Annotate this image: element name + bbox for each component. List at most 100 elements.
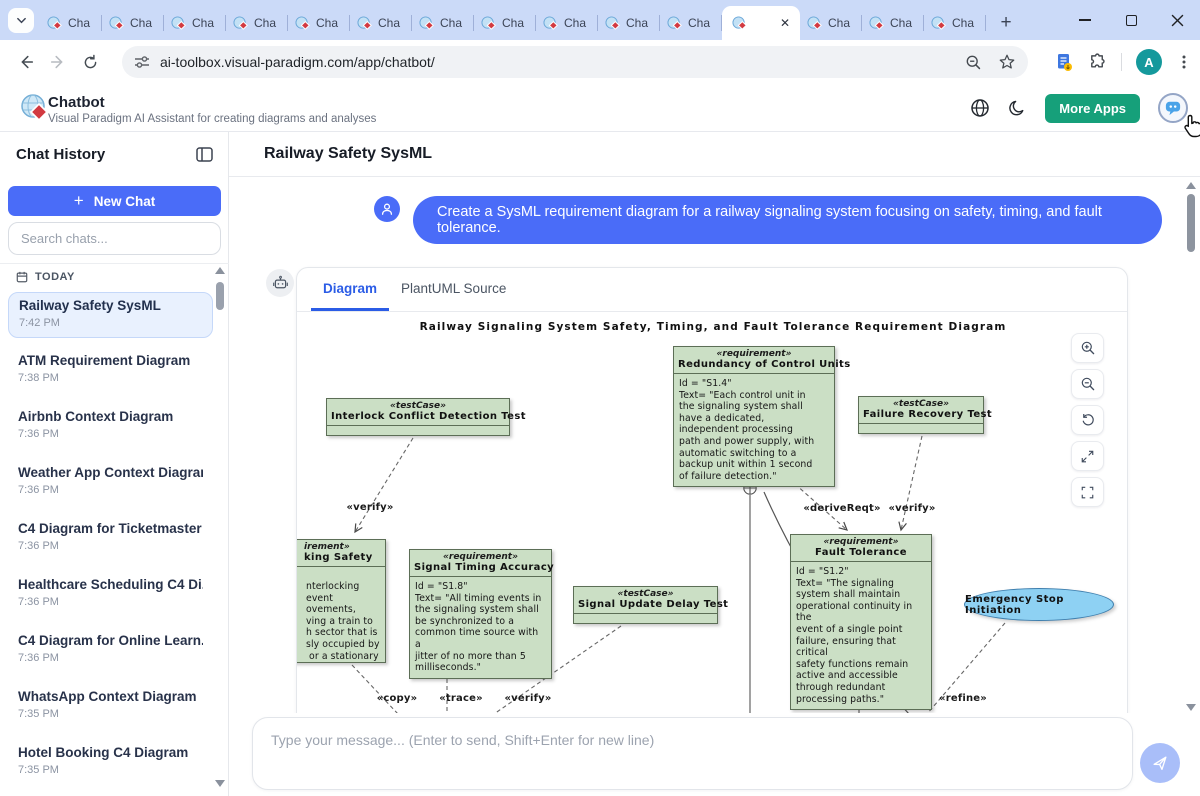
diagram-zoom-toolbar [1071, 333, 1104, 507]
requirement-node-redundancy[interactable]: «requirement»Redundancy of Control Units… [673, 346, 835, 487]
browser-tab[interactable]: Cha [536, 8, 598, 38]
reset-view-button[interactable] [1071, 405, 1104, 435]
browser-tab[interactable]: Cha [288, 8, 350, 38]
docs-extension-icon[interactable] [1054, 52, 1074, 72]
tab-title: Cha [626, 16, 650, 30]
address-bar[interactable]: ai-toolbox.visual-paradigm.com/app/chatb… [122, 46, 1028, 78]
browser-tab[interactable]: Cha [862, 8, 924, 38]
chat-item-time: 7:36 PM [18, 652, 203, 664]
tab-diagram[interactable]: Diagram [311, 268, 389, 311]
window-close-button[interactable] [1154, 0, 1200, 40]
forward-arrow-icon [49, 53, 67, 71]
chat-history-item[interactable]: C4 Diagram for Ticketmaster 7:36 PM [8, 516, 213, 562]
sidebar-scroll-down-arrow[interactable] [215, 780, 225, 787]
browser-tab[interactable]: Cha [226, 8, 288, 38]
chat-history-item[interactable]: Airbnb Context Diagram 7:36 PM [8, 404, 213, 450]
chat-scroll-down-arrow[interactable] [1186, 704, 1196, 711]
reset-rotate-icon [1080, 412, 1096, 428]
extensions-puzzle-icon[interactable] [1088, 53, 1107, 72]
requirement-node-fault-tolerance[interactable]: «requirement»Fault Tolerance Id = "S1.2"… [790, 534, 932, 710]
window-minimize-button[interactable] [1062, 0, 1108, 40]
node-body: Id = "S1.2" Text= "The signaling system … [791, 562, 931, 709]
zoom-in-icon [1080, 340, 1096, 356]
edge-label-verify: «verify» [346, 502, 393, 513]
fullscreen-button[interactable] [1071, 477, 1104, 507]
expand-button[interactable] [1071, 441, 1104, 471]
chat-item-time: 7:38 PM [18, 372, 203, 384]
chat-item-title: C4 Diagram for Online Learn... [18, 633, 203, 648]
chat-scrollbar-thumb[interactable] [1187, 194, 1195, 252]
forward-button[interactable] [42, 46, 74, 78]
minimize-icon [1079, 19, 1091, 21]
chat-item-time: 7:42 PM [19, 317, 202, 329]
window-maximize-button[interactable] [1108, 0, 1154, 40]
language-globe-icon[interactable] [970, 98, 990, 118]
bookmark-star-icon[interactable] [998, 53, 1016, 71]
chat-history-sidebar: Chat History +New Chat TODAY Railway Saf… [0, 132, 229, 796]
requirement-node-signal-timing[interactable]: «requirement»Signal Timing Accuracy Id =… [409, 549, 552, 679]
tab-title: Cha [952, 16, 976, 30]
message-input[interactable] [252, 717, 1133, 790]
chat-item-title: Hotel Booking C4 Diagram [18, 745, 203, 760]
node-stereotype: «testCase» [578, 589, 713, 599]
browser-tab[interactable]: Cha [660, 8, 722, 38]
more-apps-button[interactable]: More Apps [1045, 94, 1140, 123]
chat-history-item[interactable]: WhatsApp Context Diagram 7:35 PM [8, 684, 213, 730]
zoom-out-button[interactable] [1071, 369, 1104, 399]
browser-tab[interactable]: Cha [474, 8, 536, 38]
browser-tab[interactable]: Cha [40, 8, 102, 38]
zoom-indicator-icon[interactable] [965, 54, 982, 71]
app-header: Chatbot Visual Paradigm AI Assistant for… [0, 84, 1200, 132]
chat-item-time: 7:36 PM [18, 428, 203, 440]
browser-tab[interactable]: Cha [598, 8, 660, 38]
browser-tab[interactable]: Cha [164, 8, 226, 38]
dark-mode-moon-icon[interactable] [1008, 99, 1027, 118]
tab-title: Cha [440, 16, 464, 30]
chevron-down-icon [16, 15, 27, 26]
new-chat-button[interactable]: +New Chat [8, 186, 221, 216]
chat-history-item[interactable]: Railway Safety SysML 7:42 PM [8, 292, 213, 338]
vp-favicon-icon [869, 16, 884, 31]
tab-title: Cha [564, 16, 588, 30]
send-button[interactable] [1140, 743, 1180, 783]
chat-history-item[interactable]: C4 Diagram for Online Learn... 7:36 PM [8, 628, 213, 674]
testcase-node-interlock[interactable]: «testCase»Interlock Conflict Detection T… [326, 398, 510, 436]
browser-tab[interactable]: Cha [800, 8, 862, 38]
chat-history-item[interactable]: Hotel Booking C4 Diagram 7:35 PM [8, 740, 213, 786]
new-tab-button[interactable]: + [992, 9, 1020, 37]
browser-tab-active[interactable]: ✕ [722, 6, 800, 40]
chat-scroll-up-arrow[interactable] [1186, 182, 1196, 189]
browser-tab[interactable]: Cha [350, 8, 412, 38]
tab-title: Cha [890, 16, 914, 30]
fullscreen-corners-icon [1080, 485, 1095, 500]
chat-widget-button[interactable] [1158, 93, 1188, 123]
testcase-node-signal-update[interactable]: «testCase»Signal Update Delay Test [573, 586, 718, 624]
sidebar-scrollbar-thumb[interactable] [216, 282, 224, 310]
tab-search-button[interactable] [8, 8, 34, 33]
browser-tab[interactable]: Cha [412, 8, 474, 38]
url-text: ai-toolbox.visual-paradigm.com/app/chatb… [160, 54, 965, 70]
sidebar-scroll-up-arrow[interactable] [215, 267, 225, 274]
browser-tab[interactable]: Cha [924, 8, 986, 38]
diagram-canvas[interactable]: Railway Signaling System Safety, Timing,… [297, 312, 1129, 713]
chat-history-item[interactable]: Weather App Context Diagram 7:36 PM [8, 460, 213, 506]
expand-arrows-icon [1080, 449, 1095, 464]
profile-avatar[interactable]: A [1136, 49, 1162, 75]
tab-close-icon[interactable]: ✕ [780, 17, 790, 29]
testcase-node-failure-recovery[interactable]: «testCase»Failure Recovery Test [858, 396, 984, 434]
browser-tab[interactable]: Cha [102, 8, 164, 38]
chrome-menu-icon[interactable] [1176, 54, 1192, 70]
tab-plantuml-source[interactable]: PlantUML Source [389, 268, 518, 311]
search-chats-input[interactable] [8, 222, 221, 255]
today-label: TODAY [35, 271, 75, 283]
usecase-node-emergency-stop[interactable]: Emergency Stop Initiation [964, 588, 1114, 621]
back-button[interactable] [10, 46, 42, 78]
chat-history-item[interactable]: Healthcare Scheduling C4 Di... 7:36 PM [8, 572, 213, 618]
chat-history-item[interactable]: ATM Requirement Diagram 7:38 PM [8, 348, 213, 394]
zoom-in-button[interactable] [1071, 333, 1104, 363]
chat-item-title: Weather App Context Diagram [18, 465, 203, 480]
back-arrow-icon [17, 53, 35, 71]
requirement-node-interlocking-safety[interactable]: irement»king Safety nterlocking event ov… [297, 539, 386, 663]
reload-button[interactable] [74, 46, 106, 78]
collapse-sidebar-icon[interactable] [196, 147, 213, 162]
